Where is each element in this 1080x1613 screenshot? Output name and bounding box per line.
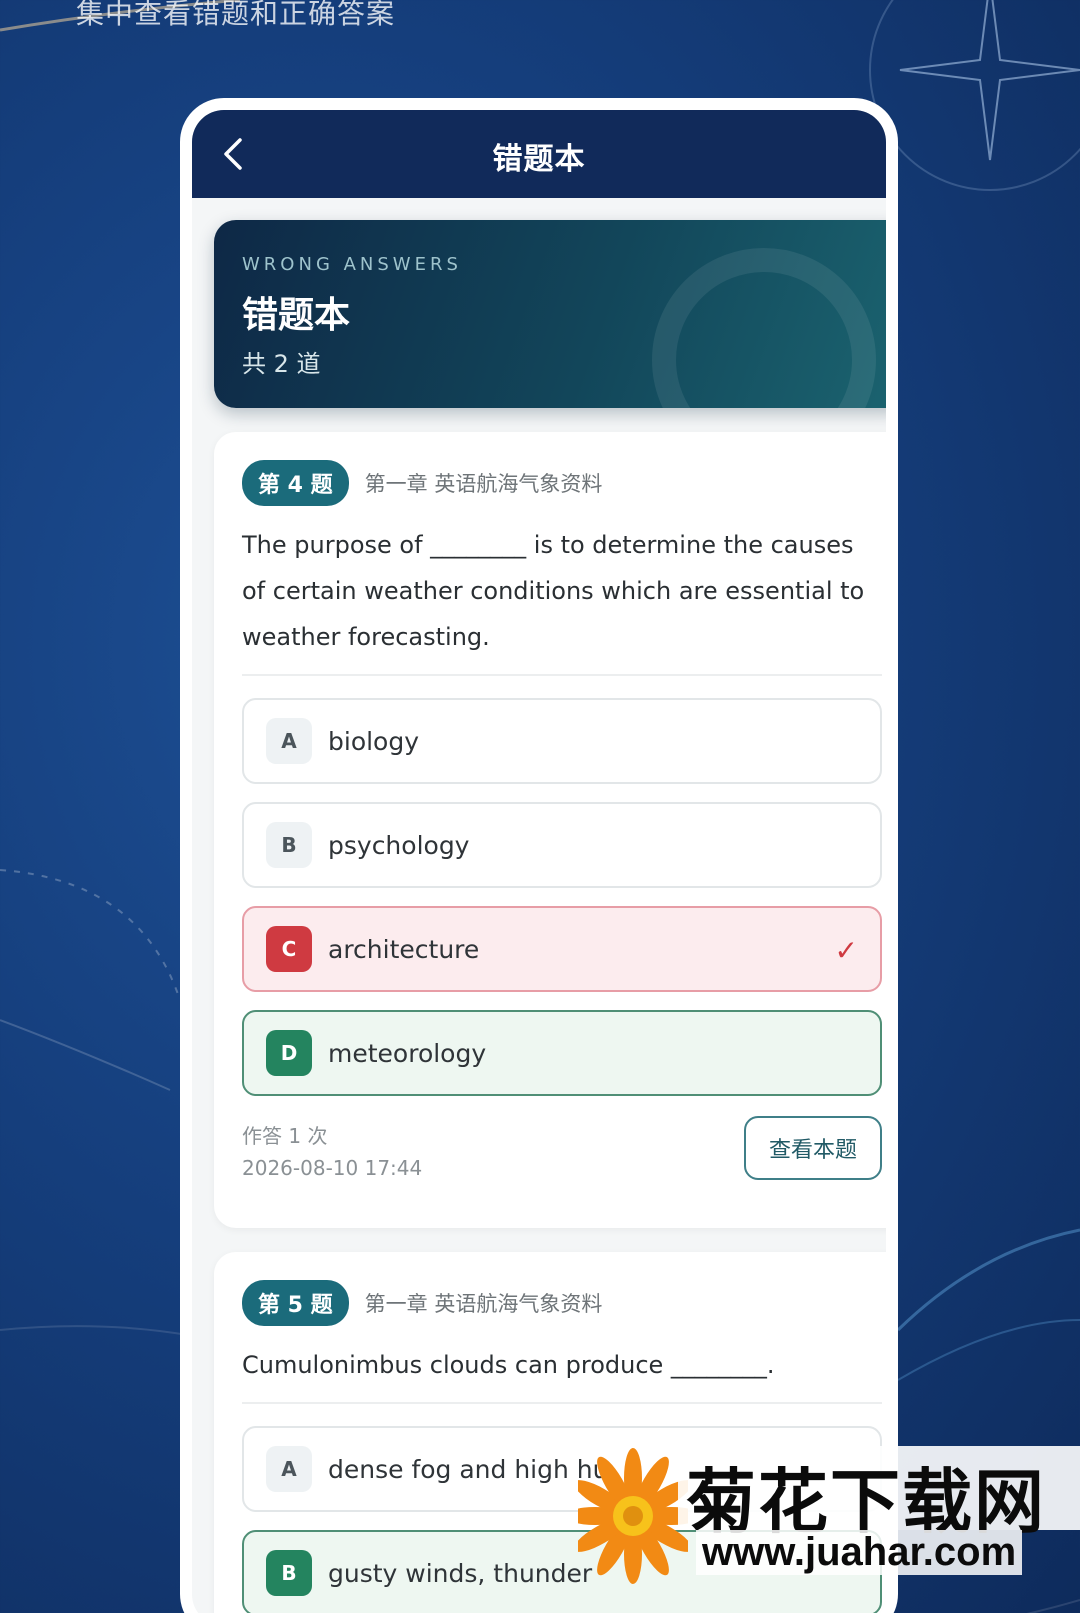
question-number-badge: 第 4 题 [242,460,349,506]
hero-count: 共 2 道 [242,350,321,378]
question-chapter: 第一章 英语航海气象资料 [364,1292,603,1316]
view-question-button[interactable]: 查看本题 [744,1116,882,1180]
question-text: The purpose of ________ is to determine … [242,522,882,676]
hero-title: 错题本 [242,295,351,336]
option-text: gusty winds, thunder [328,1558,593,1588]
question-card: 第 4 题 第一章 英语航海气象资料 The purpose of ______… [214,432,886,1228]
option-list: A biology B psychology C architecture ✓ … [242,698,882,1096]
question-number-badge: 第 5 题 [242,1280,349,1326]
option-a[interactable]: A biology [242,698,882,784]
page-title: 错题本 [492,142,586,177]
question-header: 第 5 题 第一章 英语航海气象资料 [242,1280,882,1326]
hero-eyebrow: WRONG ANSWERS [242,254,462,275]
option-letter: A [266,1446,312,1492]
option-letter: B [266,822,312,868]
content-scroll[interactable]: WRONG ANSWERS 错题本 共 2 道 第 4 题 第一章 英语航海气象… [214,220,886,1613]
question-text: Cumulonimbus clouds can produce ________… [242,1342,882,1404]
option-text: psychology [328,830,470,860]
option-letter: D [266,1030,312,1076]
watermark-url: www.juahar.com [696,1530,1023,1575]
option-text: dense fog and high hu [328,1454,609,1484]
chrysanthemum-logo-icon [578,1448,688,1584]
attempt-timestamp: 2026-08-10 17:44 [242,1156,423,1180]
option-d-correct[interactable]: D meteorology [242,1010,882,1096]
summary-hero: WRONG ANSWERS 错题本 共 2 道 [214,220,886,408]
question-header: 第 4 题 第一章 英语航海气象资料 [242,460,882,506]
option-text: meteorology [328,1038,487,1068]
option-text: architecture [328,934,480,964]
option-c-wrong[interactable]: C architecture ✓ [242,906,882,992]
option-letter: C [266,926,312,972]
checkmark-icon: ✓ [834,934,858,967]
attempt-count: 作答 1 次 [242,1124,328,1148]
nav-bar: 错题本 [192,110,886,198]
option-b[interactable]: B psychology [242,802,882,888]
question-footer: 作答 1 次 2026-08-10 17:44 查看本题 [242,1114,882,1200]
ring-decoration [652,248,876,408]
site-watermark: 菊花下载网 www.juahar.com [578,1446,1080,1613]
promo-caption: 集中查看错题和正确答案 [76,0,396,30]
option-letter: A [266,718,312,764]
question-chapter: 第一章 英语航海气象资料 [364,472,603,496]
option-text: biology [328,726,420,756]
phone-frame: 错题本 WRONG ANSWERS 错题本 共 2 道 第 4 题 第一章 英语… [180,98,898,1613]
option-letter: B [266,1550,312,1596]
